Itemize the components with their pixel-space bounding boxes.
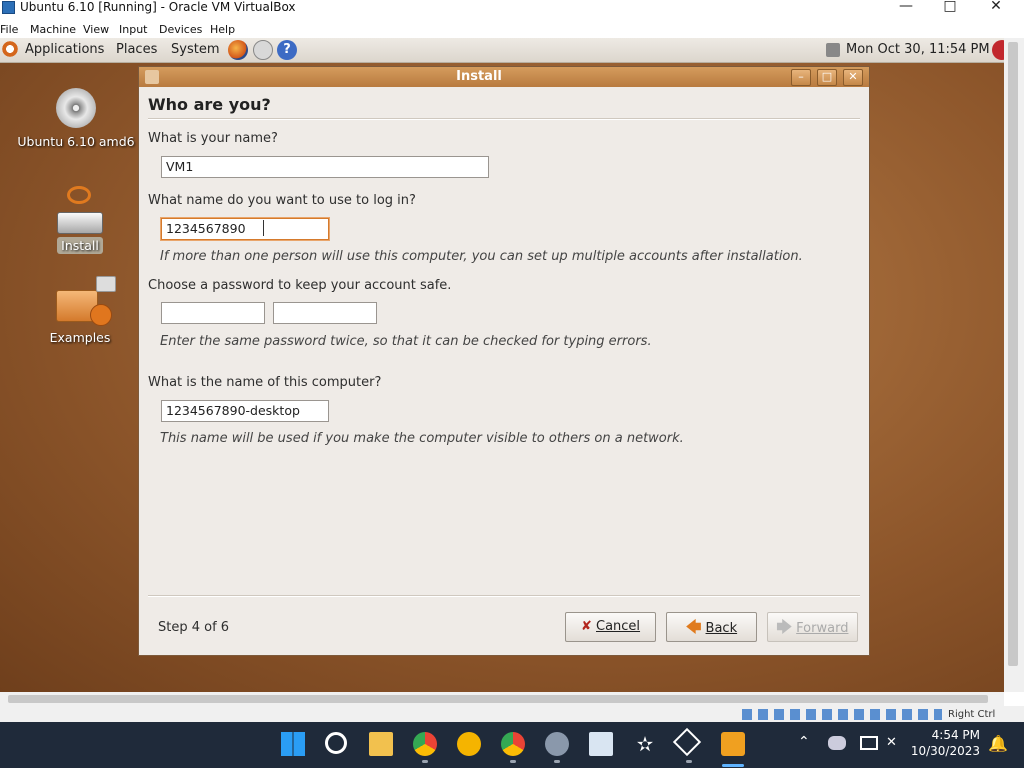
menu-machine[interactable]: Machine <box>30 23 76 36</box>
cancel-icon: ✘ <box>580 619 592 634</box>
virtualbox-statusbar: Right Ctrl <box>0 706 1024 722</box>
desktop-icon-examples[interactable]: Examples <box>44 274 116 345</box>
vertical-scrollbar[interactable] <box>1004 38 1024 692</box>
running-indicator <box>686 760 692 763</box>
horizontal-scrollbar[interactable] <box>0 692 1004 706</box>
install-dialog: Install – □ ✕ Who are you? What is your … <box>138 66 870 656</box>
password-hint: Enter the same password twice, so that i… <box>160 334 652 349</box>
running-indicator <box>510 760 516 763</box>
cdrom-icon <box>56 88 96 128</box>
file-explorer-icon[interactable] <box>369 732 393 756</box>
minimize-icon[interactable]: — <box>884 0 928 14</box>
virtualbox-menubar: File Machine View Input Devices Help <box>0 20 1024 39</box>
running-indicator <box>422 760 428 763</box>
dialog-title: Install <box>456 69 502 84</box>
desktop-icon-cdrom[interactable]: Ubuntu 6.10 amd6 <box>14 88 138 149</box>
scroll-thumb[interactable] <box>8 695 988 703</box>
help-icon[interactable]: ? <box>277 40 297 60</box>
arrow-right-icon: 🡆 <box>776 618 793 636</box>
dialog-minimize-icon[interactable]: – <box>791 69 811 86</box>
close-icon[interactable]: ✕ <box>974 0 1018 14</box>
volume-icon[interactable] <box>826 43 840 57</box>
guest-top-panel: Applications Places System ? Mon Oct 30,… <box>0 38 1004 63</box>
ubuntu-logo-icon[interactable] <box>1 40 19 58</box>
virtualbox-titlebar: Ubuntu 6.10 [Running] - Oracle VM Virtua… <box>0 0 1024 20</box>
virtualbox-taskbar-icon[interactable] <box>672 727 702 757</box>
active-app-icon[interactable] <box>721 732 745 756</box>
network-muted-icon[interactable]: ✕ <box>886 735 897 750</box>
firefox-icon[interactable] <box>228 40 248 60</box>
maximize-icon[interactable]: □ <box>928 0 972 14</box>
menu-input[interactable]: Input <box>119 23 147 36</box>
device-status-icons[interactable] <box>742 709 942 720</box>
password-field[interactable] <box>161 302 265 324</box>
name-field[interactable]: VM1 <box>161 156 489 178</box>
quit-icon[interactable] <box>992 40 1004 60</box>
display-icon[interactable] <box>860 736 878 750</box>
notification-bell-icon[interactable]: 🔔 <box>988 734 1008 753</box>
menu-devices[interactable]: Devices <box>159 23 202 36</box>
settings-icon[interactable] <box>545 732 569 756</box>
back-button[interactable]: 🡄 Back <box>666 612 757 642</box>
window-title: Ubuntu 6.10 [Running] - Oracle VM Virtua… <box>20 0 296 14</box>
password-label: Choose a password to keep your account s… <box>148 278 452 293</box>
guest-desktop: Applications Places System ? Mon Oct 30,… <box>0 38 1004 692</box>
menu-places[interactable]: Places <box>116 42 157 57</box>
dialog-titlebar[interactable]: Install – □ ✕ <box>139 67 869 87</box>
host-key-label: Right Ctrl <box>948 709 996 720</box>
desktop-icon-label: Examples <box>49 330 111 345</box>
search-icon[interactable] <box>325 732 347 754</box>
text-cursor <box>263 220 264 236</box>
dialog-maximize-icon[interactable]: □ <box>817 69 837 86</box>
desktop-icon-label: Install <box>57 237 103 254</box>
desktop-icon-label: Ubuntu 6.10 amd6 <box>17 134 135 149</box>
login-label: What name do you want to use to log in? <box>148 193 416 208</box>
computer-name-hint: This name will be used if you make the c… <box>160 431 684 446</box>
page-title: Who are you? <box>148 95 271 114</box>
installer-icon <box>57 186 103 234</box>
menu-help[interactable]: Help <box>210 23 235 36</box>
login-field[interactable]: 1234567890 <box>161 218 329 240</box>
menu-system[interactable]: System <box>171 42 219 57</box>
login-hint: If more than one person will use this co… <box>160 249 803 264</box>
photos-icon[interactable] <box>589 732 613 756</box>
computer-name-label: What is the name of this computer? <box>148 375 382 390</box>
windows-start-icon[interactable] <box>281 732 305 756</box>
virtualbox-app-icon <box>2 1 15 14</box>
panel-clock[interactable]: Mon Oct 30, 11:54 PM <box>846 42 990 57</box>
forward-label: Forward <box>796 621 849 636</box>
running-indicator <box>554 760 560 763</box>
name-label: What is your name? <box>148 131 278 146</box>
active-indicator <box>722 764 744 767</box>
cancel-label: Cancel <box>596 619 641 634</box>
arrow-left-icon: 🡄 <box>685 618 702 636</box>
back-label: Back <box>705 621 738 636</box>
menu-view[interactable]: View <box>83 23 109 36</box>
runner-app-icon[interactable]: ✫ <box>633 732 657 756</box>
step-indicator: Step 4 of 6 <box>158 620 230 635</box>
chrome-icon[interactable] <box>413 732 437 756</box>
chrome-dev-icon[interactable] <box>501 732 525 756</box>
desktop-icon-install[interactable]: Install <box>50 186 110 254</box>
divider <box>148 118 860 120</box>
chrome-canary-icon[interactable] <box>457 732 481 756</box>
confirm-password-field[interactable] <box>273 302 377 324</box>
forward-button[interactable]: 🡆 Forward <box>767 612 858 642</box>
menu-applications[interactable]: Applications <box>25 42 104 57</box>
dialog-close-icon[interactable]: ✕ <box>843 69 863 86</box>
clock-time: 4:54 PM <box>931 728 980 742</box>
scroll-thumb[interactable] <box>1008 42 1018 666</box>
windows-taskbar: ✫ ⌃ ✕ 4:54 PM 10/30/2023 🔔 <box>0 722 1024 768</box>
footer-divider <box>148 595 860 597</box>
computer-name-field[interactable]: 1234567890-desktop <box>161 400 329 422</box>
menu-file[interactable]: File <box>0 23 18 36</box>
mail-icon[interactable] <box>253 40 273 60</box>
clock-date: 10/30/2023 <box>910 744 980 758</box>
lock-icon <box>90 304 112 326</box>
cancel-button[interactable]: ✘ Cancel <box>565 612 656 642</box>
chevron-up-icon[interactable]: ⌃ <box>798 734 810 750</box>
cloud-icon[interactable] <box>828 736 846 750</box>
folder-icon <box>52 274 116 326</box>
taskbar-clock[interactable]: 4:54 PM 10/30/2023 <box>900 727 980 759</box>
